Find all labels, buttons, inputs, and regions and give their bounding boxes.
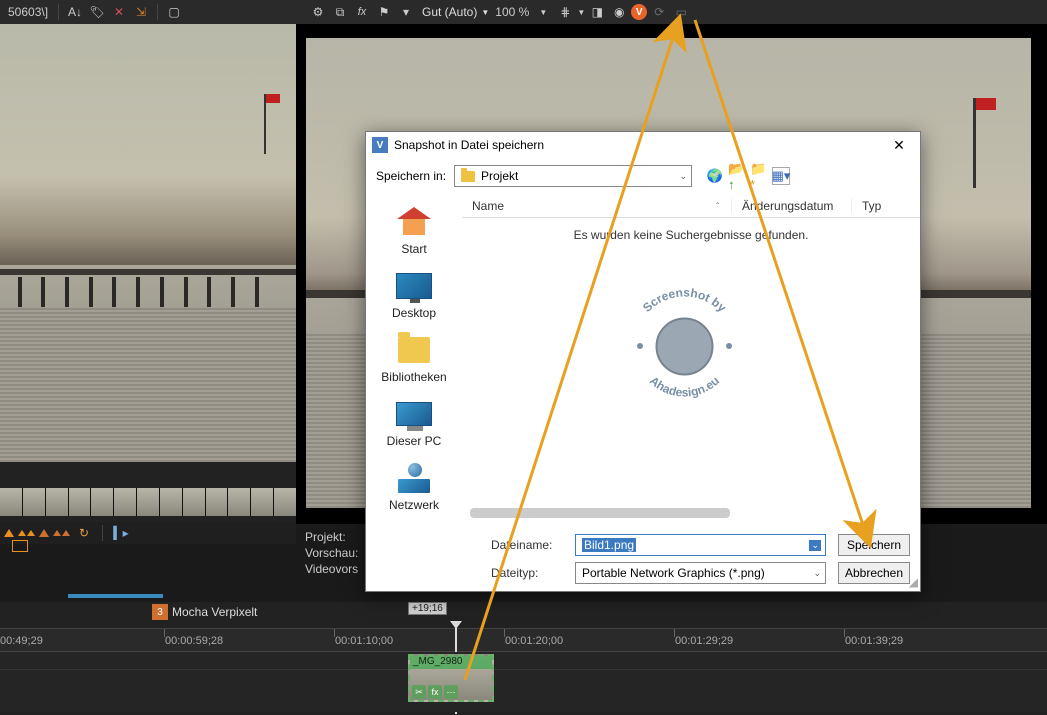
tracks: _MG_2980 ✂ fx ⋯: [0, 652, 1047, 712]
tag-icon[interactable]: 🏷: [87, 2, 107, 22]
grid-caret[interactable]: ▼: [577, 8, 585, 17]
col-date[interactable]: Änderungsdatum: [732, 199, 852, 213]
filmstrip: [0, 488, 296, 516]
nav-network[interactable]: Netzwerk: [366, 454, 462, 518]
title-fragment: 50603\]: [4, 5, 52, 19]
loop-region-icon[interactable]: [12, 540, 28, 552]
close-pair-icon[interactable]: ⇲: [131, 2, 151, 22]
chevron-down-icon: ⌄: [679, 171, 687, 182]
col-type[interactable]: Typ: [852, 199, 892, 213]
offset-readout: +19;16: [408, 602, 447, 615]
zoom-value: 100 %: [495, 5, 529, 19]
left-video-frame: [0, 24, 296, 462]
resize-grip-icon[interactable]: ◢: [909, 575, 918, 589]
svg-text:Screenshot by: Screenshot by: [640, 285, 729, 315]
fast-icon[interactable]: [53, 530, 70, 536]
nav-start[interactable]: Start: [366, 198, 462, 262]
timeline-marker[interactable]: 3 Mocha Verpixelt: [152, 604, 257, 620]
sort-asc-icon: ⌃: [714, 201, 721, 210]
step-icon[interactable]: [18, 530, 35, 536]
svg-text:Ahadesign.eu: Ahadesign.eu: [647, 373, 722, 399]
sort-icon[interactable]: A↓: [65, 2, 85, 22]
info-labels: Projekt: Vorschau: Videovors: [305, 530, 358, 578]
nav-libs[interactable]: Bibliotheken: [366, 326, 462, 390]
file-list[interactable]: Name⌃ Änderungsdatum Typ Es wurden keine…: [462, 194, 920, 524]
settings-icon[interactable]: ⚙: [308, 2, 328, 22]
nav-desktop[interactable]: Desktop: [366, 262, 462, 326]
quality-label: Gut (Auto): [422, 5, 477, 19]
view-menu-icon[interactable]: ▦▾: [772, 167, 790, 185]
marker-number: 3: [152, 604, 168, 620]
preview-panel-left: ↻ ▍▸: [0, 24, 296, 524]
nav-pc[interactable]: Dieser PC: [366, 390, 462, 454]
up-folder-icon[interactable]: 📂↑: [728, 167, 746, 185]
filetype-dropdown[interactable]: Portable Network Graphics (*.png)⌄: [575, 562, 826, 584]
grid-icon[interactable]: ⋕: [555, 2, 575, 22]
zoom-caret[interactable]: ▼: [533, 2, 553, 22]
save-in-label: Speichern in:: [376, 169, 448, 183]
clip-more-icon[interactable]: ⋯: [444, 685, 458, 699]
dialog-title: Snapshot in Datei speichern: [394, 138, 544, 152]
transport-bar: ↻ ▍▸: [0, 522, 296, 544]
cancel-button[interactable]: Abbrechen: [838, 562, 910, 584]
filename-label: Dateiname:: [491, 538, 563, 552]
watermark: Screenshot by Ahadesign.eu: [622, 284, 747, 409]
save-dialog: V Snapshot in Datei speichern ✕ Speicher…: [365, 131, 921, 592]
folder-dropdown[interactable]: Projekt ⌄: [454, 165, 692, 187]
quality-dropdown[interactable]: Gut (Auto) ▼: [418, 5, 493, 19]
col-name[interactable]: Name⌃: [462, 199, 732, 213]
snapshot-v-icon[interactable]: V: [631, 4, 647, 20]
play2-icon[interactable]: [39, 529, 49, 537]
timeline: 3 Mocha Verpixelt +19;16 00:49;29 00:00:…: [0, 590, 1047, 715]
misc-icon-2[interactable]: ▭: [671, 2, 691, 22]
app-v-icon: V: [372, 137, 388, 153]
overlay-icon[interactable]: ⧉: [330, 2, 350, 22]
camera-icon[interactable]: ◉: [609, 2, 629, 22]
h-scrollbar[interactable]: [470, 508, 860, 518]
split-icon[interactable]: ◨: [587, 2, 607, 22]
close-icon[interactable]: ✕: [884, 134, 914, 156]
time-ruler[interactable]: 00:49;29 00:00:59;28 00:01:10;00 00:01:2…: [0, 628, 1047, 652]
loop-icon[interactable]: ↻: [74, 523, 94, 543]
fx-icon[interactable]: fx: [352, 2, 372, 22]
filename-input[interactable]: Bild1.png⌄: [575, 534, 826, 556]
delete-icon[interactable]: ✕: [109, 2, 129, 22]
folder-icon: [461, 171, 475, 182]
window-icon[interactable]: ▢: [164, 2, 184, 22]
empty-message: Es wurden keine Suchergebnisse gefunden.: [462, 218, 920, 242]
clip-fx-icon[interactable]: fx: [428, 685, 442, 699]
marker-label: Mocha Verpixelt: [172, 605, 257, 619]
marker-tool-icon[interactable]: ▍▸: [111, 523, 131, 543]
misc-icon-1[interactable]: ⟳: [649, 2, 669, 22]
save-button[interactable]: Speichern: [838, 534, 910, 556]
pin-icon[interactable]: ▾: [396, 2, 416, 22]
crop-icon[interactable]: ✂: [412, 685, 426, 699]
new-folder-icon[interactable]: 📁*: [750, 167, 768, 185]
folder-name: Projekt: [481, 169, 518, 183]
video-clip[interactable]: _MG_2980 ✂ fx ⋯: [408, 654, 494, 702]
clip-label: _MG_2980: [410, 656, 492, 669]
nav-places: Start Desktop Bibliotheken Dieser PC Net…: [366, 194, 462, 524]
filetype-label: Dateityp:: [491, 566, 563, 580]
caret-icon: ▼: [481, 8, 489, 17]
back-icon[interactable]: 🌍: [706, 167, 724, 185]
play-icon[interactable]: [4, 529, 14, 537]
flag-icon[interactable]: ⚑: [374, 2, 394, 22]
